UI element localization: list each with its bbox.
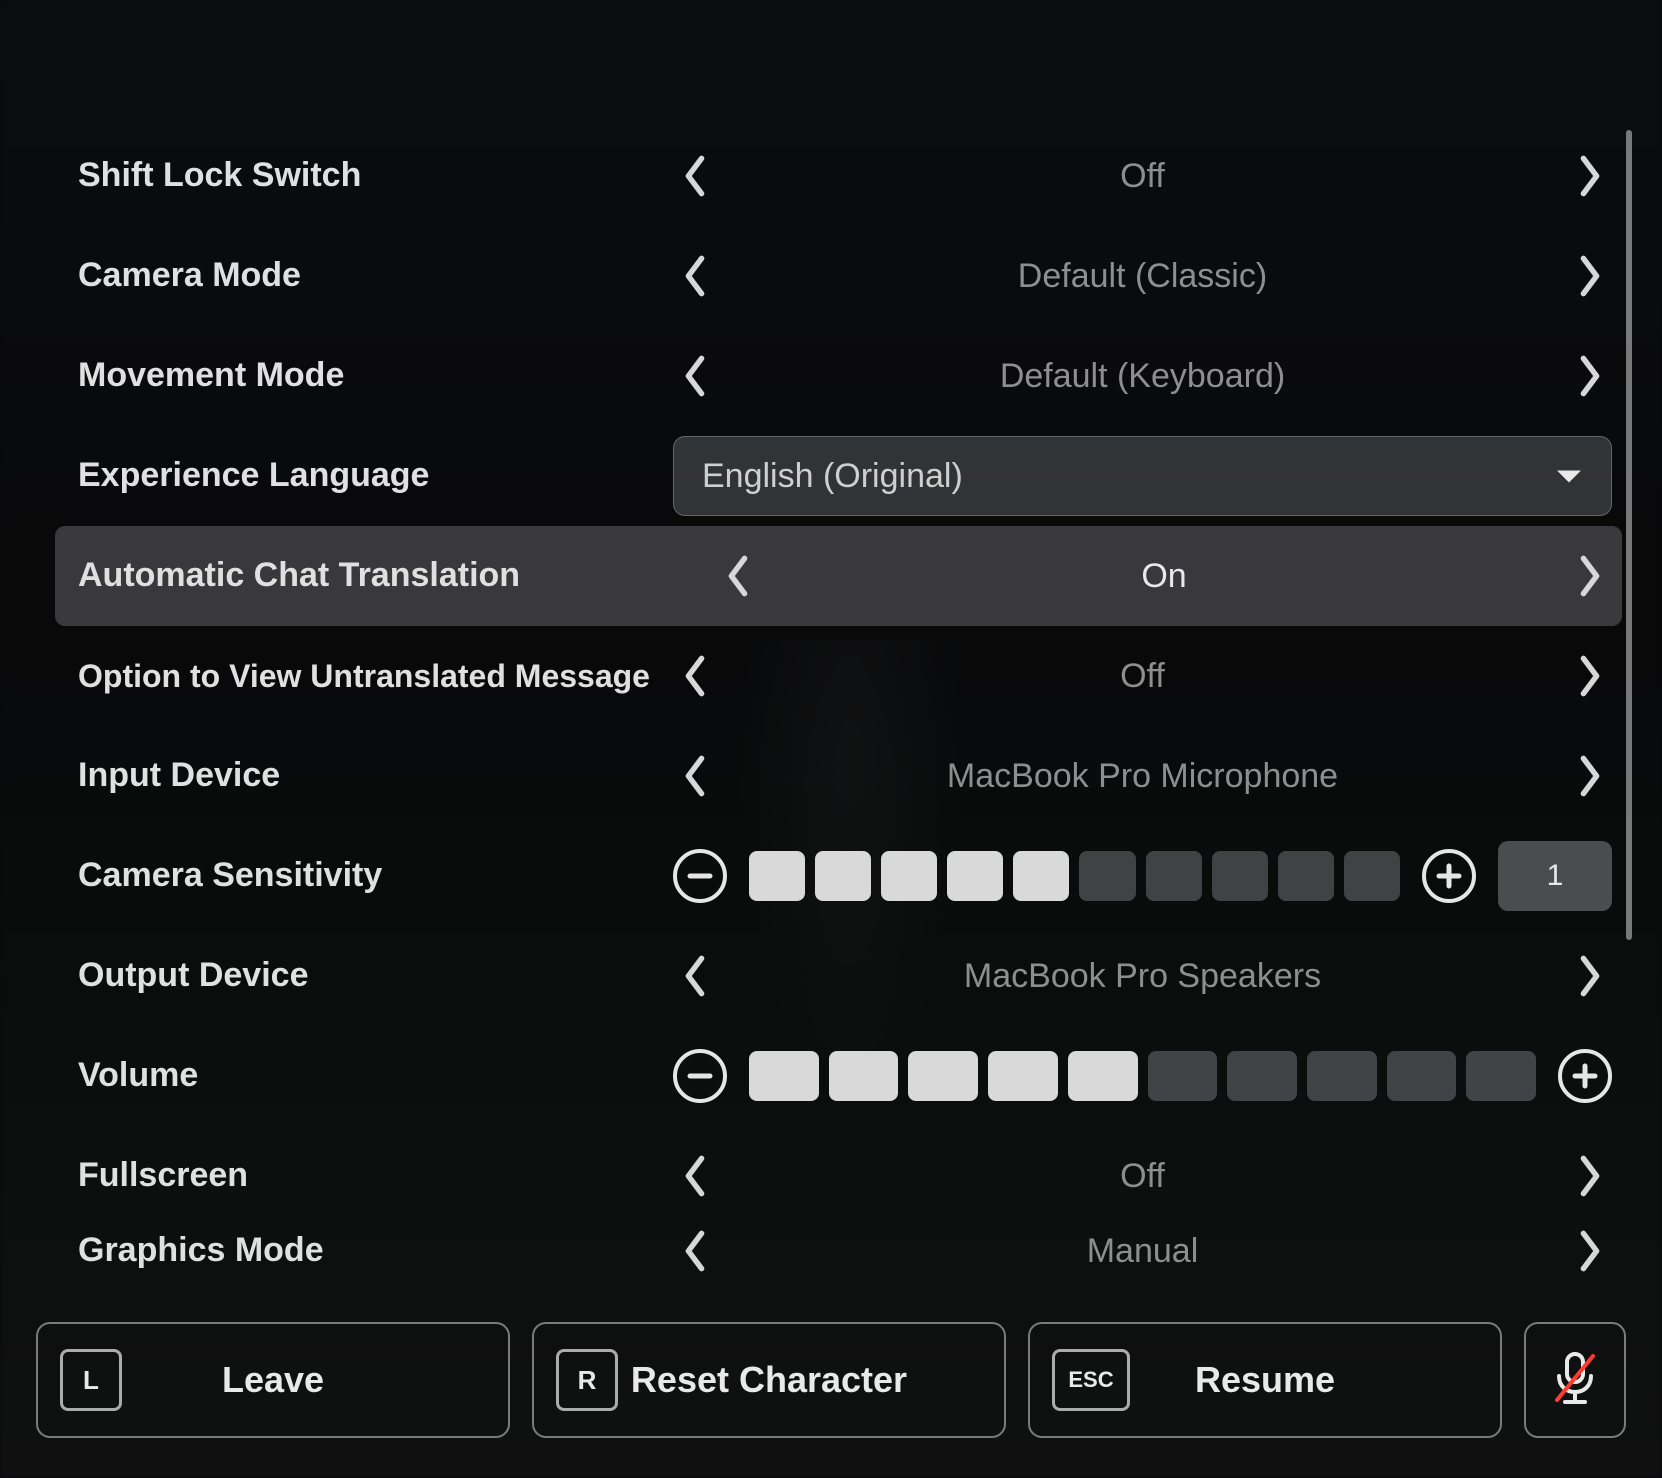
auto-translate-label: Automatic Chat Translation bbox=[78, 556, 716, 595]
camera-sensitivity-row: Camera Sensitivity 1 bbox=[0, 826, 1622, 926]
slider-segment bbox=[1212, 851, 1268, 901]
shift-lock-value: Off bbox=[717, 157, 1568, 196]
reset-label: Reset Character bbox=[534, 1359, 1004, 1401]
input-device-next[interactable] bbox=[1568, 754, 1612, 798]
movement-mode-value: Default (Keyboard) bbox=[717, 357, 1568, 396]
scrollbar-track[interactable] bbox=[1626, 130, 1632, 1268]
shift-lock-next[interactable] bbox=[1568, 154, 1612, 198]
movement-mode-row: Movement Mode Default (Keyboard) bbox=[0, 326, 1622, 426]
camera-mode-prev[interactable] bbox=[673, 254, 717, 298]
output-device-value: MacBook Pro Speakers bbox=[717, 957, 1568, 996]
camera-mode-value: Default (Classic) bbox=[717, 257, 1568, 296]
camera-sensitivity-label: Camera Sensitivity bbox=[78, 856, 673, 895]
fullscreen-prev[interactable] bbox=[673, 1154, 717, 1198]
slider-segment bbox=[1387, 1051, 1457, 1101]
volume-row: Volume bbox=[0, 1026, 1622, 1126]
experience-language-label: Experience Language bbox=[78, 456, 673, 495]
shift-lock-row: Shift Lock Switch Off bbox=[0, 126, 1622, 226]
resume-button[interactable]: ESC Resume bbox=[1028, 1322, 1502, 1438]
slider-segment bbox=[908, 1051, 978, 1101]
slider-segment bbox=[749, 1051, 819, 1101]
fullscreen-next[interactable] bbox=[1568, 1154, 1612, 1198]
leave-label: Leave bbox=[38, 1359, 508, 1401]
graphics-mode-prev[interactable] bbox=[673, 1229, 717, 1273]
output-device-label: Output Device bbox=[78, 956, 673, 995]
bottom-bar: L Leave R Reset Character ESC Resume bbox=[36, 1322, 1626, 1438]
scrollbar-thumb[interactable] bbox=[1626, 130, 1632, 940]
slider-segment bbox=[1079, 851, 1135, 901]
slider-segment bbox=[749, 851, 805, 901]
graphics-mode-label: Graphics Mode bbox=[78, 1231, 673, 1270]
slider-segment bbox=[1344, 851, 1400, 901]
slider-segment bbox=[988, 1051, 1058, 1101]
shift-lock-label: Shift Lock Switch bbox=[78, 156, 673, 195]
volume-minus[interactable] bbox=[673, 1049, 727, 1103]
camera-mode-row: Camera Mode Default (Classic) bbox=[0, 226, 1622, 326]
fullscreen-value: Off bbox=[717, 1157, 1568, 1196]
view-untranslated-label: Option to View Untranslated Message bbox=[78, 658, 673, 695]
experience-language-row: Experience Language English (Original) bbox=[0, 426, 1622, 526]
resume-label: Resume bbox=[1030, 1359, 1500, 1401]
experience-language-value: English (Original) bbox=[702, 457, 963, 496]
output-device-prev[interactable] bbox=[673, 954, 717, 998]
experience-language-dropdown[interactable]: English (Original) bbox=[673, 436, 1612, 516]
input-device-value: MacBook Pro Microphone bbox=[717, 757, 1568, 796]
camera-mode-next[interactable] bbox=[1568, 254, 1612, 298]
shift-lock-prev[interactable] bbox=[673, 154, 717, 198]
output-device-row: Output Device MacBook Pro Speakers bbox=[0, 926, 1622, 1026]
auto-translate-prev[interactable] bbox=[716, 554, 760, 598]
input-device-label: Input Device bbox=[78, 756, 673, 795]
fullscreen-row: Fullscreen Off bbox=[0, 1126, 1622, 1226]
view-untranslated-row: Option to View Untranslated Message Off bbox=[0, 626, 1622, 726]
slider-segment bbox=[1227, 1051, 1297, 1101]
movement-mode-label: Movement Mode bbox=[78, 356, 673, 395]
auto-translate-next[interactable] bbox=[1568, 554, 1612, 598]
graphics-mode-next[interactable] bbox=[1568, 1229, 1612, 1273]
volume-plus[interactable] bbox=[1558, 1049, 1612, 1103]
camera-sensitivity-input[interactable]: 1 bbox=[1498, 841, 1612, 911]
reset-character-button[interactable]: R Reset Character bbox=[532, 1322, 1006, 1438]
camera-sensitivity-minus[interactable] bbox=[673, 849, 727, 903]
slider-segment bbox=[1148, 1051, 1218, 1101]
movement-mode-prev[interactable] bbox=[673, 354, 717, 398]
slider-segment bbox=[1146, 851, 1202, 901]
slider-segment bbox=[1466, 1051, 1536, 1101]
chevron-down-icon bbox=[1555, 457, 1583, 496]
auto-translate-row: Automatic Chat Translation On bbox=[55, 526, 1622, 626]
view-untranslated-next[interactable] bbox=[1568, 654, 1612, 698]
graphics-mode-value: Manual bbox=[717, 1232, 1568, 1271]
volume-slider[interactable] bbox=[749, 1051, 1536, 1101]
slider-segment bbox=[881, 851, 937, 901]
slider-segment bbox=[1307, 1051, 1377, 1101]
camera-sensitivity-slider[interactable] bbox=[749, 851, 1400, 901]
slider-segment bbox=[1013, 851, 1069, 901]
slider-segment bbox=[829, 1051, 899, 1101]
camera-sensitivity-plus[interactable] bbox=[1422, 849, 1476, 903]
settings-scroll-area: Shift Lock Switch Off Camera Mode Defaul… bbox=[0, 110, 1622, 1288]
output-device-next[interactable] bbox=[1568, 954, 1612, 998]
mic-muted-icon bbox=[1549, 1348, 1601, 1413]
mic-toggle-button[interactable] bbox=[1524, 1322, 1626, 1438]
input-device-prev[interactable] bbox=[673, 754, 717, 798]
auto-translate-value: On bbox=[760, 557, 1568, 596]
volume-label: Volume bbox=[78, 1056, 673, 1095]
fullscreen-label: Fullscreen bbox=[78, 1156, 673, 1195]
slider-segment bbox=[815, 851, 871, 901]
view-untranslated-prev[interactable] bbox=[673, 654, 717, 698]
input-device-row: Input Device MacBook Pro Microphone bbox=[0, 726, 1622, 826]
slider-segment bbox=[1278, 851, 1334, 901]
camera-mode-label: Camera Mode bbox=[78, 256, 673, 295]
slider-segment bbox=[1068, 1051, 1138, 1101]
movement-mode-next[interactable] bbox=[1568, 354, 1612, 398]
leave-button[interactable]: L Leave bbox=[36, 1322, 510, 1438]
slider-segment bbox=[947, 851, 1003, 901]
graphics-mode-row: Graphics Mode Manual bbox=[0, 1226, 1622, 1276]
view-untranslated-value: Off bbox=[717, 657, 1568, 696]
